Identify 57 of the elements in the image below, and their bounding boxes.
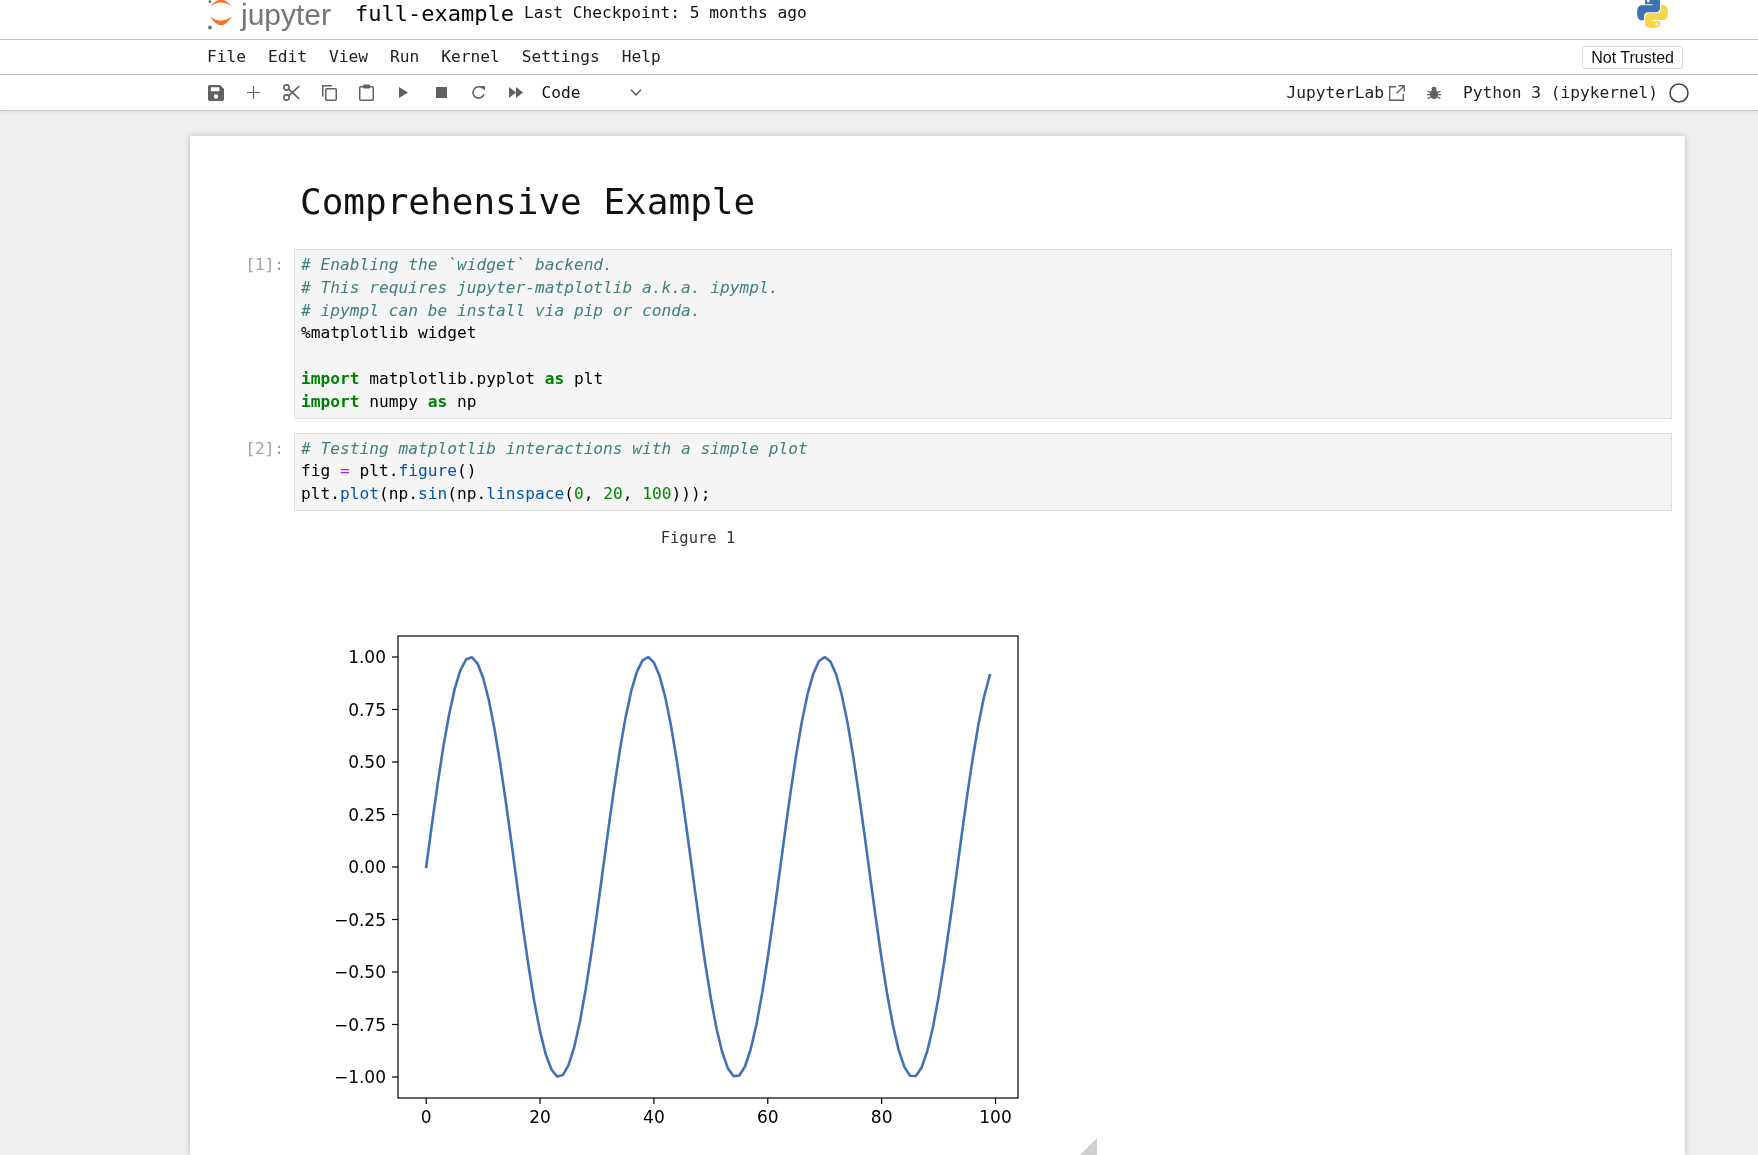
menu-item[interactable]: Kernel (430, 43, 511, 71)
code-line: import numpy as np (301, 390, 477, 413)
tick-label: −0.25 (333, 909, 386, 930)
code-line: fig = plt.figure() (301, 460, 477, 483)
open-jupyterlab-button[interactable]: JupyterLab (1282, 80, 1410, 105)
tick-label: 0.25 (348, 804, 386, 825)
tick-label: 40 (643, 1106, 665, 1127)
scissors-icon (282, 84, 300, 101)
logo-icon (1637, 0, 1668, 28)
notebook-title[interactable]: full-example (355, 1, 514, 27)
bug-icon (1427, 85, 1442, 100)
menu-item[interactable]: View (317, 43, 379, 71)
refresh-icon (471, 85, 486, 100)
code-line: plt.plot(np.sin(np.linspace(0, 20, 100))); (301, 483, 711, 506)
tick-label: 0 (420, 1106, 432, 1127)
code-line: # ipympl can be install via pip or conda. (301, 299, 701, 322)
execution-count: [1]: (245, 254, 284, 276)
plus-icon (247, 86, 260, 99)
play-icon (399, 87, 408, 98)
tick-label: 0.75 (348, 699, 386, 720)
menu-item[interactable]: Run (378, 43, 431, 71)
tick-label: 0.50 (348, 751, 386, 772)
code-line: import matplotlib.pyplot as plt (301, 368, 604, 390)
logo-text: jupyter (241, 0, 332, 30)
code-line: %matplotlib widget (301, 322, 477, 345)
figure-title: Figure 1 (660, 528, 736, 547)
menu-item[interactable]: Edit (257, 43, 318, 71)
menu-item[interactable]: File (196, 43, 257, 71)
copy-icon (320, 84, 337, 101)
tick-label: −1.00 (333, 1066, 386, 1087)
resize-handle[interactable] (1080, 1137, 1097, 1155)
tick-label: 0.00 (348, 856, 386, 877)
code-editor[interactable]: # Testing matplotlib interactions with a simple plot fig = plt.figure() plt.plot(np.sin(np.linspace(0, 20, 100))); (294, 432, 1672, 511)
code-line: # Enabling the `widget` backend. (301, 254, 613, 276)
trust-status-button[interactable]: Not Trusted (1582, 45, 1683, 69)
code-line: # This requires jupyter-matplotlib a.k.a. ipympl. (301, 276, 779, 299)
checkpoint-text: Last Checkpoint: 5 months ago (524, 3, 807, 23)
kernel-name-button[interactable]: Python 3 (ipykernel) (1459, 80, 1662, 105)
tick-label: −0.50 (333, 961, 386, 982)
tick-label: 60 (756, 1106, 779, 1127)
external-link-icon (1389, 84, 1406, 101)
tick-label: 1.00 (348, 646, 386, 667)
code-editor[interactable]: # Enabling the `widget` backend. # This requires jupyter-matplotlib a.k.a. ipympl. # ipympl can be install via pip or conda. %matplotlib widget import matplotlib.pyplot as plt import numpy as np (294, 249, 1672, 419)
fast-forward-icon (509, 87, 523, 98)
cell-type-dropdown[interactable]: Code (541, 80, 650, 105)
chevron-down-icon (630, 89, 642, 96)
tick-label: −0.75 (333, 1014, 386, 1035)
clipboard-icon (358, 84, 374, 101)
notebook-heading: Comprehensive Example (300, 180, 756, 223)
tick-label: 20 (529, 1106, 551, 1127)
execution-count: [2]: (245, 437, 284, 460)
stop-icon (435, 87, 447, 98)
tick-label: 100 (979, 1106, 1012, 1127)
menu-item[interactable]: Settings (510, 43, 611, 71)
code-line: # Testing matplotlib interactions with a simple plot (301, 437, 808, 460)
menu-item[interactable]: Help (610, 43, 672, 71)
tick-label: 80 (870, 1106, 893, 1127)
